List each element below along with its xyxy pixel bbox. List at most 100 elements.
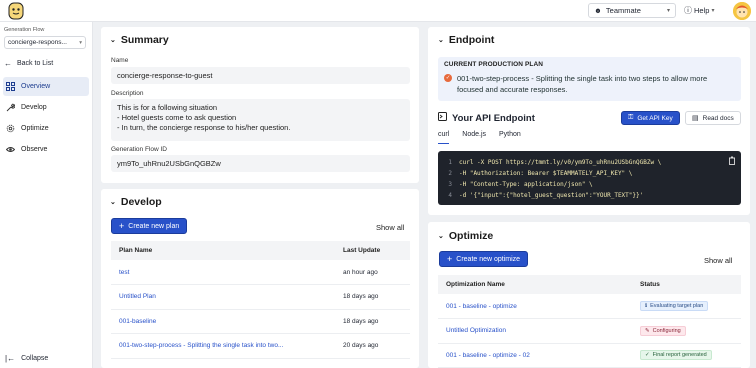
table-row[interactable]: 001-two-step-process - Splitting the sin… bbox=[111, 333, 410, 359]
sidebar-item-label: Observe bbox=[21, 146, 48, 153]
flow-label: Generation Flow bbox=[4, 27, 45, 33]
flow-selector[interactable]: concierge-respons... ▾ bbox=[4, 36, 86, 49]
sidebar-item-observe[interactable]: Observe bbox=[3, 140, 89, 159]
plan-name-link[interactable]: 001-baseline bbox=[111, 309, 335, 334]
description-line: - In turn, the concierge response to his… bbox=[117, 123, 291, 132]
plan-updated: an hour ago bbox=[335, 260, 410, 285]
optimize-show-all-link[interactable]: Show all bbox=[704, 256, 732, 265]
name-field[interactable]: concierge-response-to-guest bbox=[111, 67, 410, 84]
app-logo-icon[interactable] bbox=[7, 2, 25, 20]
back-label: Back to List bbox=[17, 60, 54, 67]
production-plan-description[interactable]: 001-two-step-process - Splitting the sin… bbox=[457, 73, 735, 95]
help-label: Help bbox=[694, 6, 710, 15]
wrench-icon bbox=[6, 103, 15, 112]
table-row[interactable]: test an hour ago bbox=[111, 260, 410, 285]
optimization-name-link[interactable]: 001 - baseline - optimize bbox=[438, 294, 632, 319]
description-line: - Hotel guests come to ask question bbox=[117, 113, 237, 122]
avatar[interactable] bbox=[733, 2, 751, 20]
chevron-down-icon: ▾ bbox=[79, 39, 82, 46]
back-to-list-link[interactable]: ← Back to List bbox=[4, 59, 53, 68]
table-row[interactable]: Untitled Optimization ✎ Configuring bbox=[438, 318, 741, 344]
optimizations-table: Optimization Name Status 001 - baseline … bbox=[438, 275, 741, 368]
endpoint-title[interactable]: ⌄ Endpoint bbox=[438, 34, 494, 46]
create-plan-button[interactable]: + Create new plan bbox=[111, 218, 188, 234]
sidebar-item-develop[interactable]: Develop bbox=[3, 98, 89, 117]
table-row[interactable]: 001-baseline 18 days ago bbox=[111, 309, 410, 334]
read-docs-button[interactable]: ▤ Read docs bbox=[685, 111, 741, 125]
develop-show-all-link[interactable]: Show all bbox=[376, 223, 404, 232]
chevron-down-icon: ⌄ bbox=[438, 37, 444, 44]
production-plan-banner: CURRENT PRODUCTION PLAN ✓ 001-two-step-p… bbox=[438, 57, 741, 101]
name-label: Name bbox=[111, 57, 129, 64]
top-bar: ☻ Teammate ▾ ⓘ Help ▾ bbox=[0, 0, 756, 22]
optimize-title[interactable]: ⌄ Optimize bbox=[438, 230, 493, 242]
api-endpoint-heading: Your API Endpoint bbox=[438, 112, 535, 124]
tab-curl[interactable]: curl bbox=[438, 131, 450, 144]
copy-icon[interactable] bbox=[727, 156, 737, 166]
status-badge: ✎ Configuring bbox=[640, 325, 686, 336]
column-header[interactable]: Optimization Name bbox=[438, 275, 632, 294]
terminal-icon bbox=[438, 112, 447, 124]
summary-title[interactable]: ⌄ Summary bbox=[110, 34, 169, 46]
production-plan-heading: CURRENT PRODUCTION PLAN bbox=[444, 61, 544, 68]
sidebar: Generation Flow concierge-respons... ▾ ←… bbox=[0, 22, 93, 368]
chevron-down-icon: ▾ bbox=[666, 8, 670, 14]
flow-id-label: Generation Flow ID bbox=[111, 146, 167, 153]
plan-name-link[interactable]: test bbox=[111, 260, 335, 285]
plan-updated: 18 days ago bbox=[335, 284, 410, 310]
sidebar-nav: Overview Develop Optimize Observe bbox=[0, 77, 92, 161]
plan-updated: 20 days ago bbox=[335, 333, 410, 359]
collapse-label: Collapse bbox=[21, 355, 49, 362]
create-optimize-button[interactable]: + Create new optimize bbox=[439, 251, 529, 267]
column-header[interactable]: Plan Name bbox=[111, 241, 335, 260]
arrow-left-icon: ← bbox=[4, 59, 12, 68]
chevron-down-icon: ▾ bbox=[711, 8, 715, 14]
help-button[interactable]: ⓘ Help ▾ bbox=[684, 3, 714, 18]
plus-icon: + bbox=[119, 221, 125, 231]
help-icon: ⓘ bbox=[684, 6, 692, 15]
plan-name-link[interactable]: 001-two-step-process - Splitting the sin… bbox=[111, 333, 335, 359]
gear-icon bbox=[6, 124, 15, 133]
table-row[interactable]: 001 - baseline - optimize - 02 ✓ Final r… bbox=[438, 343, 741, 368]
flow-value: concierge-respons... bbox=[8, 39, 67, 46]
tab-nodejs[interactable]: Node.js bbox=[462, 131, 486, 144]
sidebar-item-optimize[interactable]: Optimize bbox=[3, 119, 89, 138]
code-tabs: curl Node.js Python bbox=[438, 131, 521, 144]
team-selector[interactable]: ☻ Teammate ▾ bbox=[588, 3, 676, 18]
plan-name-link[interactable]: Untitled Plan bbox=[111, 284, 335, 310]
chevron-down-icon: ⌄ bbox=[438, 233, 444, 240]
optimization-name-link[interactable]: 001 - baseline - optimize - 02 bbox=[438, 343, 632, 368]
sidebar-item-overview[interactable]: Overview bbox=[3, 77, 89, 96]
column-header[interactable]: Last Update bbox=[335, 241, 410, 260]
grid-icon bbox=[6, 82, 15, 91]
team-icon: ☻ bbox=[594, 6, 602, 15]
get-api-key-button[interactable]: ⚿ Get API Key bbox=[621, 111, 680, 125]
code-line: 3 -H "Content-Type: application/json" \ bbox=[448, 180, 593, 188]
sidebar-item-label: Develop bbox=[21, 104, 47, 111]
pencil-icon: ✎ bbox=[645, 327, 650, 334]
sidebar-item-label: Overview bbox=[21, 83, 51, 90]
code-line: 4 -d '{"input":{"hotel_guest_question":"Y… bbox=[448, 191, 644, 199]
flow-id-field[interactable]: ym9To_uhRnu2USbGnQGBZw bbox=[111, 155, 410, 172]
description-label: Description bbox=[111, 90, 144, 97]
plus-icon: + bbox=[447, 254, 453, 264]
check-circle-icon: ✓ bbox=[645, 352, 650, 359]
eye-icon bbox=[6, 145, 15, 154]
table-row[interactable]: Untitled Plan 18 days ago bbox=[111, 284, 410, 310]
plan-updated: 18 days ago bbox=[335, 309, 410, 334]
tab-python[interactable]: Python bbox=[499, 131, 521, 144]
chevron-down-icon: ⌄ bbox=[110, 37, 116, 44]
collapse-button[interactable]: |← Collapse bbox=[5, 354, 48, 363]
table-row[interactable]: 001 - baseline - optimize ℹ Evaluating t… bbox=[438, 294, 741, 319]
description-field[interactable]: This is for a following situation - Hote… bbox=[111, 99, 410, 141]
status-dot-icon: ℹ bbox=[645, 303, 648, 309]
optimization-name-link[interactable]: Untitled Optimization bbox=[438, 318, 632, 344]
code-block[interactable]: 1 curl -X POST https://tmmt.ly/v0/ym9To_u… bbox=[438, 151, 741, 205]
plans-table: Plan Name Last Update test an hour ago U… bbox=[111, 241, 410, 359]
column-header[interactable]: Status bbox=[632, 275, 741, 294]
develop-title[interactable]: ⌄ Develop bbox=[110, 196, 162, 208]
status-badge: ℹ Evaluating target plan bbox=[640, 301, 709, 311]
description-line: This is for a following situation bbox=[117, 103, 218, 112]
sidebar-item-label: Optimize bbox=[21, 125, 49, 132]
collapse-icon: |← bbox=[5, 354, 16, 363]
